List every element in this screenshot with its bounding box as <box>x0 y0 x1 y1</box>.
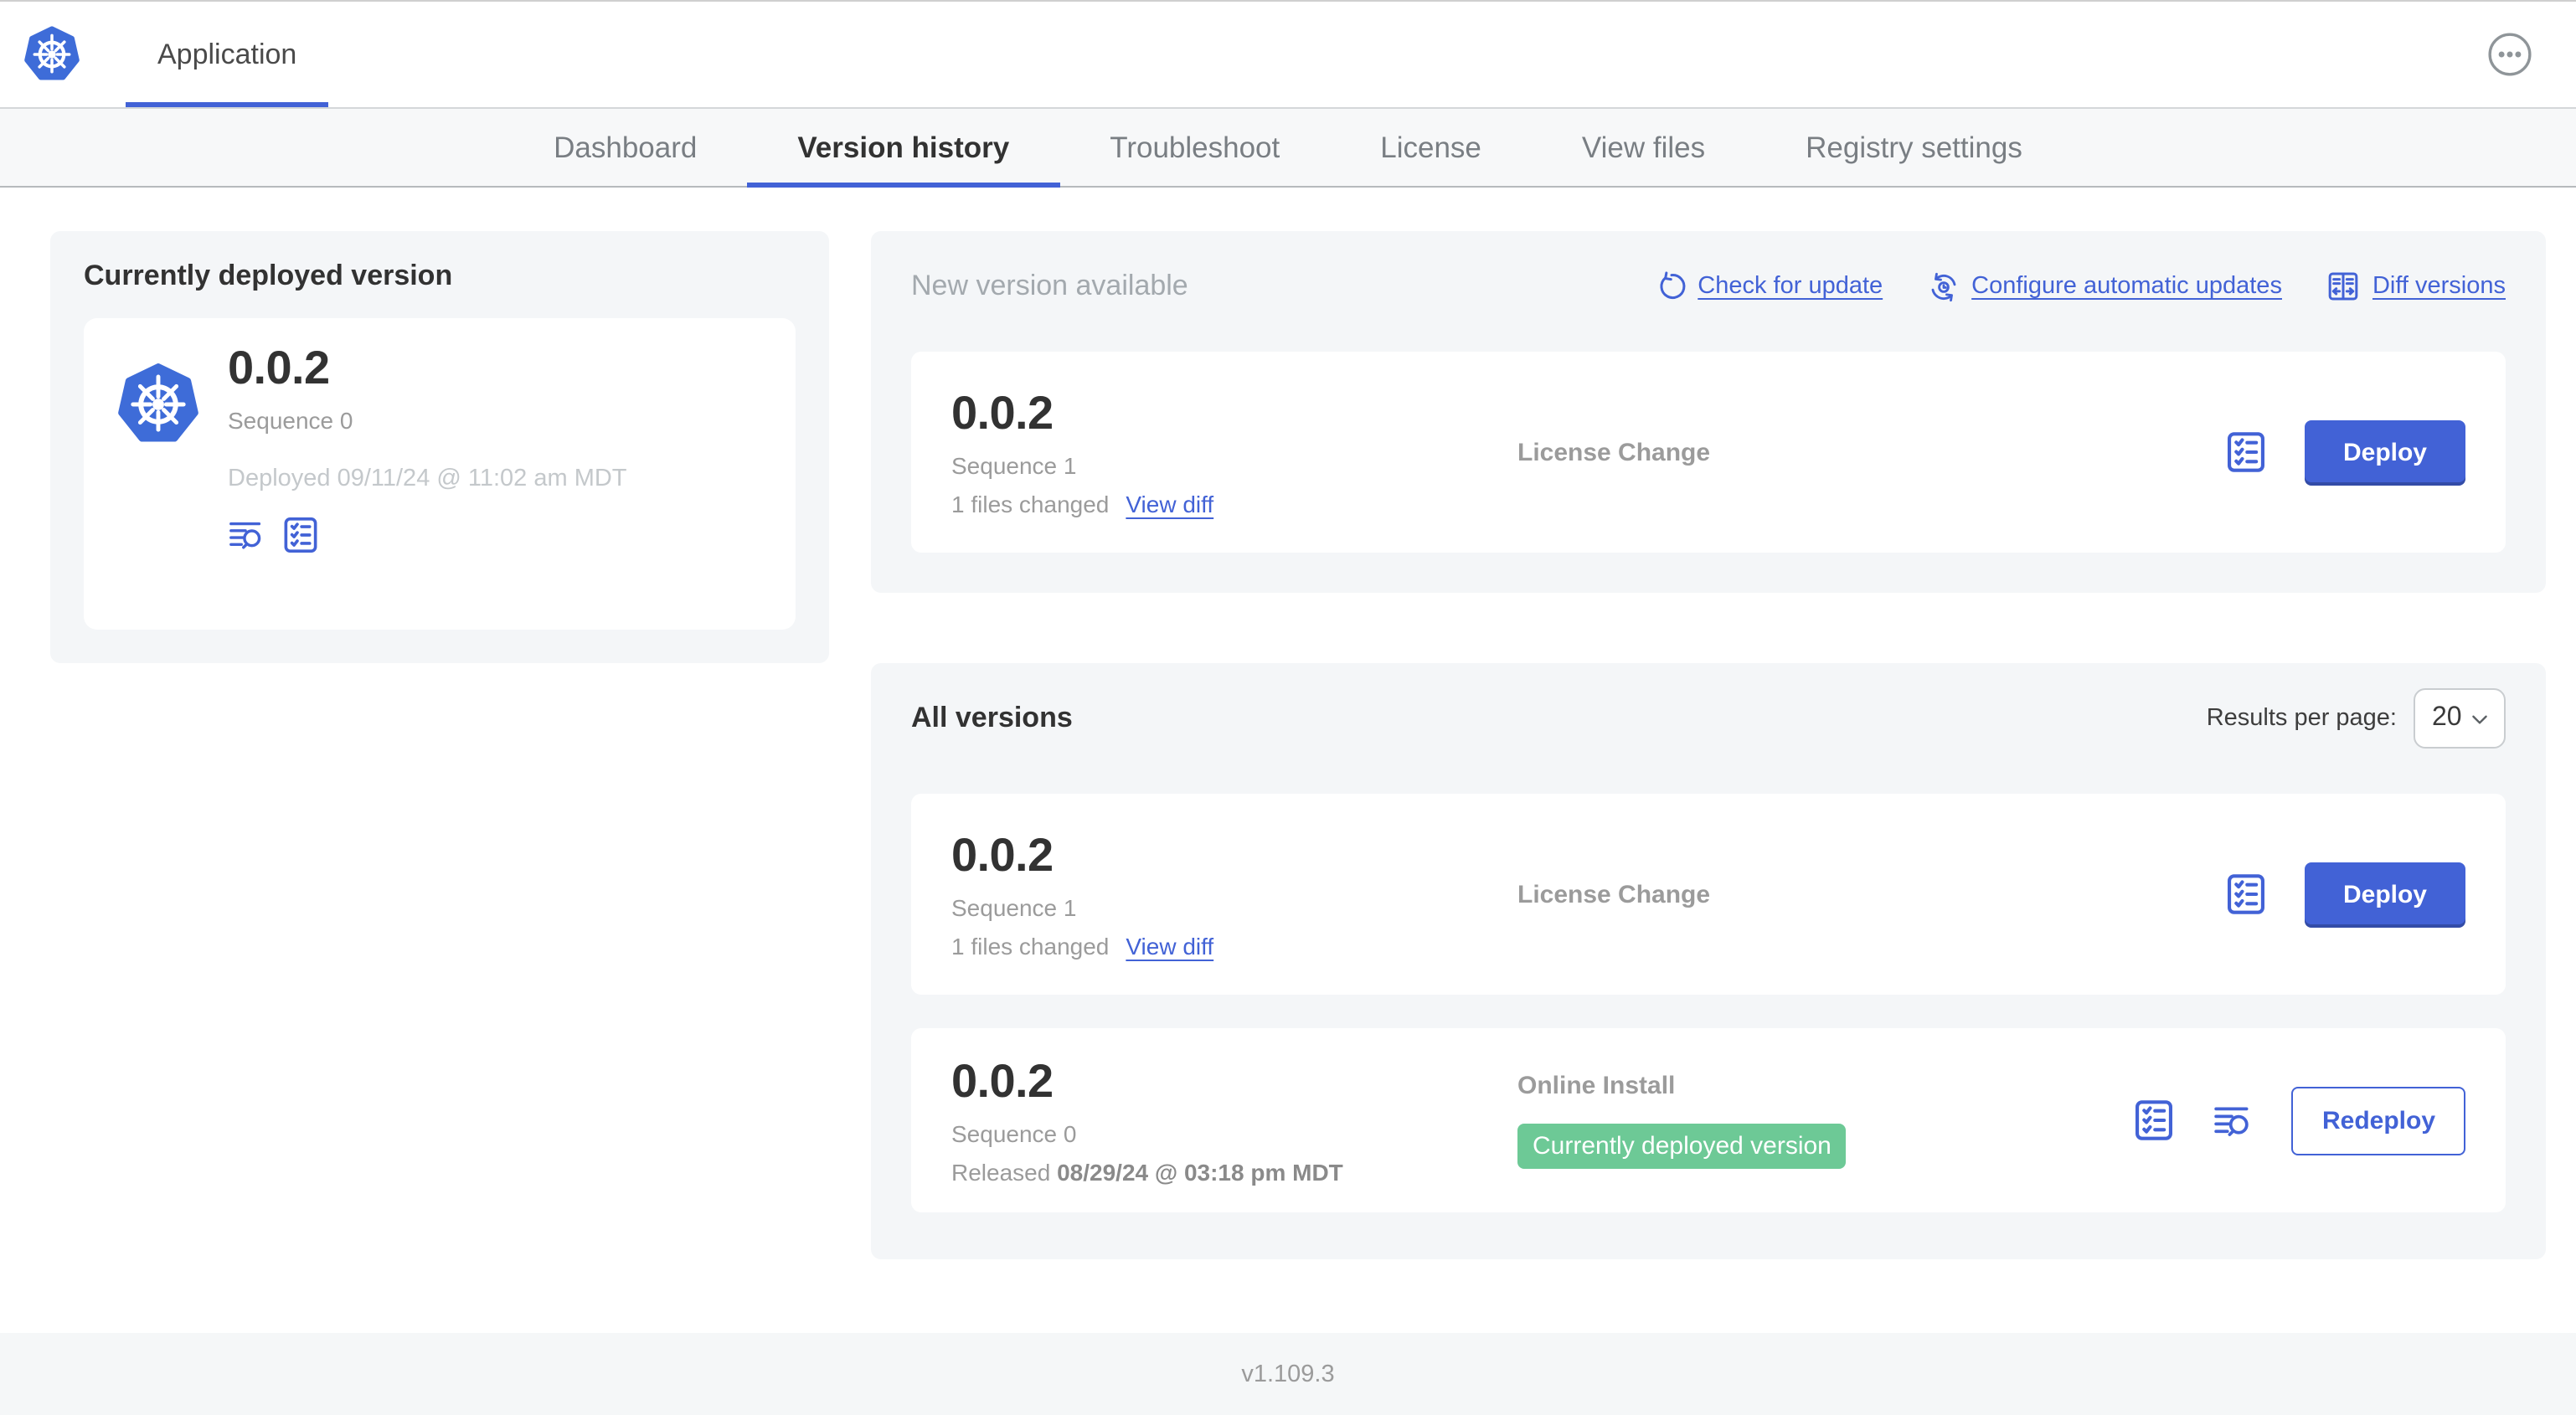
page-footer: v1.109.3 <box>0 1333 2576 1415</box>
all-versions-header: All versions Results per page: 20 <box>911 688 2506 749</box>
results-per-page-value: 20 <box>2432 703 2462 732</box>
version-actions: Deploy <box>2224 862 2465 927</box>
deployed-version-card: 0.0.2 Sequence 0 Deployed 09/11/24 @ 11:… <box>84 318 796 630</box>
scheduled-sync-clock-icon <box>1928 270 1960 302</box>
version-source-label: License Change <box>1517 438 1711 466</box>
version-label: 0.0.2 <box>951 1055 1054 1107</box>
results-per-page: Results per page: 20 <box>2207 688 2506 749</box>
chevron-down-icon <box>2469 708 2491 729</box>
view-deploy-logs-button[interactable] <box>2213 1099 2255 1141</box>
version-sequence: Sequence 1 <box>951 894 1077 921</box>
version-info: 0.0.2 Sequence 1 1 files changed View di… <box>951 829 1517 960</box>
tab-license[interactable]: License <box>1330 109 1532 186</box>
tab-dashboard[interactable]: Dashboard <box>503 109 747 186</box>
new-version-title: New version available <box>911 270 1188 301</box>
released-timestamp: Released 08/29/24 @ 03:18 pm MDT <box>951 1159 1343 1186</box>
version-label: 0.0.2 <box>951 829 1054 881</box>
checklist-icon <box>2133 1099 2177 1142</box>
check-for-update-link[interactable]: Check for update <box>1656 271 1883 301</box>
currently-deployed-panel: Currently deployed version 0.0.2 Sequenc… <box>50 231 829 663</box>
app-nav-tabs: Dashboard Version history Troubleshoot L… <box>0 107 2576 188</box>
preflight-checks-button[interactable] <box>2224 430 2268 474</box>
view-diff-link[interactable]: View diff <box>1126 933 1213 960</box>
version-source-label: Online Install <box>1517 1072 1676 1100</box>
redeploy-button[interactable]: Redeploy <box>2291 1086 2465 1155</box>
results-per-page-label: Results per page: <box>2206 705 2397 732</box>
tab-troubleshoot[interactable]: Troubleshoot <box>1059 109 1330 186</box>
version-source-label: License Change <box>1517 880 1711 908</box>
tab-version-history[interactable]: Version history <box>747 109 1061 188</box>
version-actions: Redeploy <box>2133 1086 2465 1155</box>
version-source-column: License Change <box>1517 880 2224 908</box>
preflight-checks-button[interactable] <box>281 516 320 554</box>
diff-columns-icon <box>2327 270 2361 303</box>
top-bar: Application <box>0 2 2576 107</box>
deployed-sequence: Sequence 0 <box>228 407 353 434</box>
deploy-button[interactable]: Deploy <box>2304 862 2465 927</box>
deployed-timestamp: Deployed 09/11/24 @ 11:02 am MDT <box>228 466 627 492</box>
preflight-checks-button[interactable] <box>2133 1099 2177 1142</box>
all-versions-panel: All versions Results per page: 20 0.0.2 … <box>871 663 2546 1259</box>
version-label: 0.0.2 <box>951 387 1054 439</box>
app-tab-label: Application <box>157 38 297 69</box>
tab-view-files[interactable]: View files <box>1532 109 1755 186</box>
files-changed-label: 1 files changed <box>951 933 1110 960</box>
version-row-sequence-0: 0.0.2 Sequence 0 Released 08/29/24 @ 03:… <box>911 1028 2506 1212</box>
version-sequence: Sequence 0 <box>951 1120 1077 1147</box>
configure-automatic-updates-link[interactable]: Configure automatic updates <box>1928 270 2282 302</box>
version-source-column: License Change <box>1517 438 2224 466</box>
version-history-column: New version available Check for update C… <box>871 231 2546 1259</box>
files-changed-label: 1 files changed <box>951 491 1110 517</box>
new-version-panel-header: New version available Check for update C… <box>911 256 2506 316</box>
console-version: v1.109.3 <box>1241 1361 1335 1387</box>
deployed-panel-title: Currently deployed version <box>84 260 453 291</box>
checklist-icon <box>2224 430 2268 474</box>
kots-admin-console: Application Dashboard Version history Tr… <box>0 0 2576 1415</box>
kubernetes-app-icon <box>117 362 199 447</box>
preflight-checks-button[interactable] <box>2224 872 2268 916</box>
kubernetes-logo-icon <box>23 25 80 84</box>
check-for-update-label: Check for update <box>1698 273 1883 300</box>
ellipsis-icon <box>2487 32 2532 77</box>
deploy-button[interactable]: Deploy <box>2304 419 2465 485</box>
deployed-version-info: 0.0.2 Sequence 0 Deployed 09/11/24 @ 11:… <box>228 342 627 554</box>
results-per-page-select[interactable]: 20 <box>2414 688 2506 749</box>
update-actions: Check for update Configure automatic upd… <box>1656 270 2506 303</box>
active-tab-underline <box>126 102 329 107</box>
view-deploy-logs-button[interactable] <box>228 516 266 554</box>
log-search-icon <box>228 516 266 554</box>
currently-deployed-badge: Currently deployed version <box>1517 1124 1847 1169</box>
diff-versions-link[interactable]: Diff versions <box>2327 270 2506 303</box>
app-tab-application[interactable]: Application <box>126 2 329 107</box>
log-search-icon <box>2213 1099 2255 1141</box>
all-versions-title: All versions <box>911 702 1073 733</box>
version-history-page: Currently deployed version 0.0.2 Sequenc… <box>0 188 2576 1333</box>
tab-registry-settings[interactable]: Registry settings <box>1755 109 2073 186</box>
deployed-card-actions <box>228 516 627 554</box>
version-info: 0.0.2 Sequence 1 1 files changed View di… <box>951 387 1517 517</box>
configure-automatic-updates-label: Configure automatic updates <box>1971 273 2282 300</box>
checklist-icon <box>2224 872 2268 916</box>
deployed-version-label: 0.0.2 <box>228 342 330 394</box>
version-actions: Deploy <box>2224 419 2465 485</box>
version-row-sequence-1: 0.0.2 Sequence 1 1 files changed View di… <box>911 794 2506 995</box>
version-info: 0.0.2 Sequence 0 Released 08/29/24 @ 03:… <box>951 1055 1517 1186</box>
new-version-card: 0.0.2 Sequence 1 1 files changed View di… <box>911 352 2506 553</box>
refresh-icon <box>1656 271 1686 301</box>
version-source-column: Online Install Currently deployed versio… <box>1517 1072 2133 1169</box>
diff-versions-label: Diff versions <box>2372 273 2506 300</box>
version-sequence: Sequence 1 <box>951 452 1077 479</box>
more-options-button[interactable] <box>2487 32 2532 77</box>
checklist-icon <box>281 516 320 554</box>
view-diff-link[interactable]: View diff <box>1126 491 1213 517</box>
new-version-panel: New version available Check for update C… <box>871 231 2546 593</box>
